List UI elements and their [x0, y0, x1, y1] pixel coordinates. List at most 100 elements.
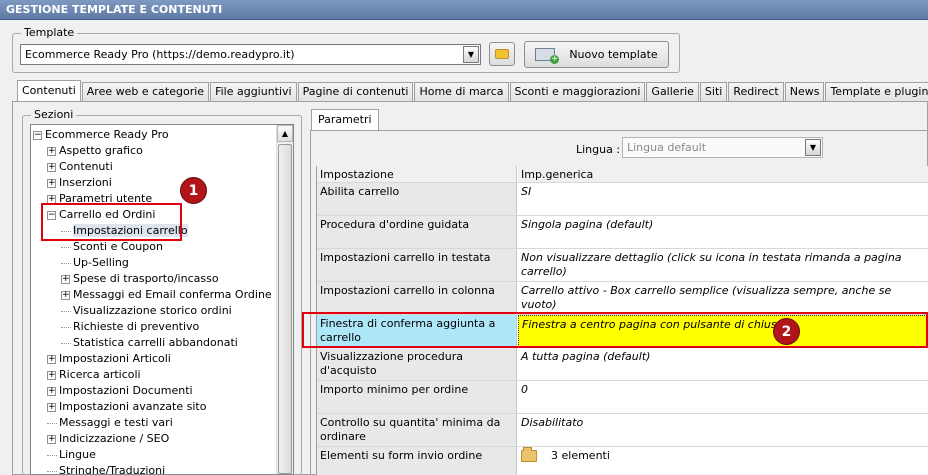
- setting-name: Abilita carrello: [317, 183, 517, 215]
- expand-icon[interactable]: +: [47, 354, 56, 364]
- tree-connector: [61, 310, 71, 312]
- expand-icon[interactable]: +: [47, 370, 56, 380]
- new-template-label: Nuovo template: [569, 48, 658, 61]
- scroll-up-icon[interactable]: ▲: [277, 125, 293, 142]
- grid-header: Impostazione Imp.generica: [317, 166, 928, 183]
- language-label: Lingua :: [576, 143, 621, 156]
- tree-item[interactable]: Messaggi e testi vari: [47, 415, 173, 431]
- table-row[interactable]: Importo minimo per ordine 0: [317, 381, 928, 414]
- main-tabs: Contenuti Aree web e categorie File aggiun…: [17, 80, 928, 101]
- tree-item[interactable]: + Impostazioni Documenti: [47, 383, 193, 399]
- tab-redirect[interactable]: Redirect: [728, 82, 784, 101]
- tab-file-aggiuntivi[interactable]: File aggiuntivi: [210, 82, 297, 101]
- highlight-row-box: [302, 312, 928, 348]
- tree-item[interactable]: Visualizzazione storico ordini: [61, 303, 232, 319]
- collapse-icon[interactable]: −: [33, 130, 42, 140]
- setting-name: Importo minimo per ordine: [317, 381, 517, 413]
- tree-connector: [47, 422, 57, 424]
- tree-item-label: Statistica carrelli abbandonati: [73, 336, 238, 349]
- tree-item-label: Visualizzazione storico ordini: [73, 304, 232, 317]
- tree-item[interactable]: + Ricerca articoli: [47, 367, 141, 383]
- tree-connector: [61, 246, 71, 248]
- table-row[interactable]: Abilita carrello SI: [317, 183, 928, 216]
- tab-home-di-marca[interactable]: Home di marca: [414, 82, 509, 101]
- expand-icon[interactable]: +: [61, 290, 70, 300]
- language-select-value: Lingua default: [627, 141, 707, 154]
- open-template-button[interactable]: [489, 42, 515, 66]
- folder-icon: [521, 447, 537, 462]
- tree-item[interactable]: + Contenuti: [47, 159, 113, 175]
- expand-icon[interactable]: +: [47, 178, 56, 188]
- setting-value-text: 3 elementi: [551, 449, 610, 462]
- tree-item[interactable]: Stringhe/Traduzioni: [47, 463, 165, 474]
- sections-legend: Sezioni: [31, 108, 77, 121]
- window-title: GESTIONE TEMPLATE E CONTENUTI: [0, 0, 928, 20]
- tab-sconti-e-maggiorazioni[interactable]: Sconti e maggiorazioni: [509, 82, 646, 101]
- table-row[interactable]: Impostazioni carrello in colonna Carrello…: [317, 282, 928, 315]
- table-row[interactable]: Elementi su form invio ordine 3 elementi: [317, 447, 928, 475]
- tree-item-label: Sconti e Coupon: [73, 240, 163, 253]
- setting-value[interactable]: A tutta pagina (default): [518, 348, 928, 380]
- tree-item-label: Impostazioni Documenti: [59, 384, 193, 397]
- tab-siti[interactable]: Siti: [699, 82, 728, 101]
- setting-value[interactable]: 3 elementi: [518, 447, 928, 475]
- setting-value[interactable]: 0: [518, 381, 928, 413]
- expand-icon[interactable]: +: [47, 146, 56, 156]
- tree-item[interactable]: − Ecommerce Ready Pro: [33, 127, 169, 143]
- dropdown-arrow-icon[interactable]: ▼: [463, 46, 479, 63]
- scroll-thumb[interactable]: [278, 144, 292, 474]
- tree-item[interactable]: Up-Selling: [61, 255, 129, 271]
- table-row[interactable]: Visualizzazione procedura d'acquisto A tu…: [317, 348, 928, 381]
- new-template-button[interactable]: + Nuovo template: [524, 41, 669, 68]
- tree-item[interactable]: + Impostazioni Articoli: [47, 351, 171, 367]
- tab-news[interactable]: News: [784, 82, 825, 101]
- tree-item-label: Impostazioni avanzate sito: [59, 400, 207, 413]
- folder-open-icon: [495, 49, 509, 59]
- setting-value[interactable]: Non visualizzare dettaglio (click su ico…: [518, 249, 928, 281]
- expand-icon[interactable]: +: [47, 434, 56, 444]
- tab-template-e-plugins[interactable]: Template e plugins: [825, 82, 928, 101]
- tree-item-label: Aspetto grafico: [59, 144, 143, 157]
- table-row[interactable]: Procedura d'ordine guidata Singola pagina…: [317, 216, 928, 249]
- expand-icon[interactable]: +: [61, 274, 70, 284]
- params-tabs: Parametri: [311, 109, 380, 130]
- dropdown-arrow-icon[interactable]: ▼: [805, 139, 821, 156]
- annotation-badge-1: 1: [180, 177, 207, 204]
- setting-value[interactable]: Carrello attivo - Box carrello semplice …: [518, 282, 928, 314]
- expand-icon[interactable]: +: [47, 402, 56, 412]
- tree-scrollbar[interactable]: ▲: [276, 125, 293, 474]
- language-select[interactable]: Lingua default ▼: [622, 137, 823, 158]
- tab-aree-web-e-categorie[interactable]: Aree web e categorie: [81, 82, 210, 101]
- setting-value[interactable]: SI: [518, 183, 928, 215]
- template-select[interactable]: Ecommerce Ready Pro (https://demo.readyp…: [20, 44, 481, 65]
- setting-name: Impostazioni carrello in colonna: [317, 282, 517, 314]
- setting-value[interactable]: Singola pagina (default): [518, 216, 928, 248]
- tree-item[interactable]: Richieste di preventivo: [61, 319, 199, 335]
- col-setting: Impostazione: [317, 166, 517, 182]
- table-row[interactable]: Impostazioni carrello in testata Non visu…: [317, 249, 928, 282]
- tab-parametri[interactable]: Parametri: [311, 109, 379, 130]
- tab-gallerie[interactable]: Gallerie: [646, 82, 699, 101]
- expand-icon[interactable]: +: [47, 162, 56, 172]
- tree-item[interactable]: + Impostazioni avanzate sito: [47, 399, 206, 415]
- tab-pagine-di-contenuti[interactable]: Pagine di contenuti: [297, 82, 414, 101]
- tree-item[interactable]: + Inserzioni: [47, 175, 112, 191]
- setting-value[interactable]: Disabilitato: [518, 414, 928, 446]
- tree-item[interactable]: + Indicizzazione / SEO: [47, 431, 169, 447]
- setting-name: Controllo su quantita' minima da ordinar…: [317, 414, 517, 446]
- tree-item[interactable]: Lingue: [47, 447, 96, 463]
- sections-tree[interactable]: ▲ − Ecommerce Ready Pro + Aspetto grafico + C…: [30, 124, 294, 475]
- tree-item[interactable]: Statistica carrelli abbandonati: [61, 335, 238, 351]
- highlight-tree-box: [41, 203, 182, 241]
- tree-item-label: Impostazioni Articoli: [59, 352, 171, 365]
- tree-item[interactable]: + Spese di trasporto/incasso: [61, 271, 219, 287]
- tab-contenuti[interactable]: Contenuti: [17, 80, 81, 101]
- tree-item-label: Up-Selling: [73, 256, 129, 269]
- tree-item[interactable]: + Messaggi ed Email conferma Ordine: [61, 287, 272, 303]
- tree-item[interactable]: Sconti e Coupon: [61, 239, 163, 255]
- template-select-value: Ecommerce Ready Pro (https://demo.readyp…: [25, 48, 295, 61]
- tree-item[interactable]: + Aspetto grafico: [47, 143, 143, 159]
- table-row[interactable]: Controllo su quantita' minima da ordinar…: [317, 414, 928, 447]
- expand-icon[interactable]: +: [47, 386, 56, 396]
- tree-item-label: Indicizzazione / SEO: [59, 432, 170, 445]
